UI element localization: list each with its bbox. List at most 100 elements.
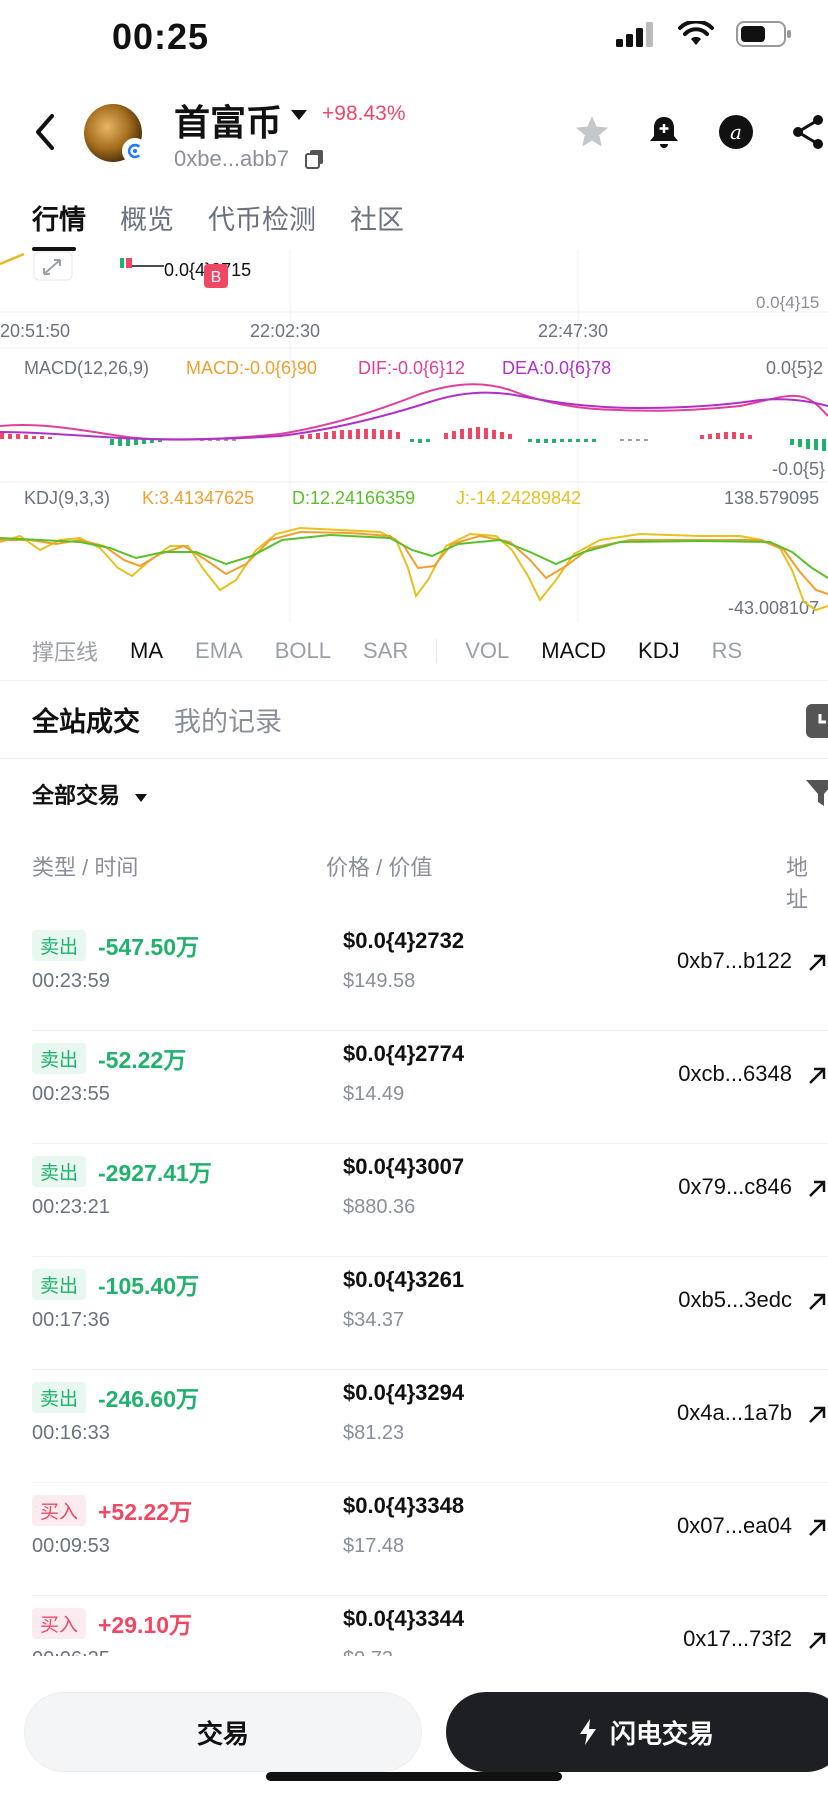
tab-token-check[interactable]: 代币检测 xyxy=(208,198,316,237)
wifi-icon xyxy=(678,21,714,45)
battery-icon xyxy=(736,21,791,47)
status-time: 00:25 xyxy=(112,16,210,57)
tab-all-trades[interactable]: 全站成交 xyxy=(32,700,140,739)
col-type-time: 类型 / 时间 xyxy=(32,855,139,880)
indicator-vol[interactable]: VOL xyxy=(465,638,509,664)
trade-button[interactable]: 交易 xyxy=(24,1692,422,1772)
kdj-axis-bottom: -43.008107 xyxy=(728,598,819,618)
trade-address[interactable]: 0xb7...b122 xyxy=(677,948,792,974)
indicator-boll[interactable]: BOLL xyxy=(275,638,331,664)
trade-time: 00:23:21 xyxy=(32,1196,110,1218)
trade-time: 00:16:33 xyxy=(32,1422,110,1444)
trade-address[interactable]: 0x79...c846 xyxy=(678,1174,792,1200)
trade-amount: -246.60万 xyxy=(98,1386,200,1412)
trade-address[interactable]: 0xcb...6348 xyxy=(678,1061,792,1087)
time-label-2: 22:02:30 xyxy=(250,321,320,341)
alert-bell-icon[interactable] xyxy=(646,114,682,150)
trade-address[interactable]: 0x07...ea04 xyxy=(677,1513,792,1539)
indicator-support[interactable]: 撑压线 xyxy=(32,635,98,667)
trade-tabs: 全站成交 我的记录 xyxy=(32,700,282,739)
trade-row[interactable]: 卖出 -547.50万 00:23:59 $0.0{4}2732 $149.58 0xb7… xyxy=(0,918,828,1031)
price-change: +98.43% xyxy=(322,102,406,125)
trade-address[interactable]: 0xb5...3edc xyxy=(678,1287,792,1313)
trade-row[interactable]: 买入 +52.22万 00:09:53 $0.0{4}3348 $17.48 0x07..… xyxy=(0,1483,828,1596)
dea-line xyxy=(0,391,828,441)
kdj-name: KDJ(9,3,3) xyxy=(24,488,110,508)
trade-amount: +52.22万 xyxy=(98,1499,192,1525)
lightning-icon xyxy=(579,1719,596,1745)
token-address: 0xbe...abb7 xyxy=(174,146,289,171)
tab-market[interactable]: 行情 xyxy=(32,198,86,251)
external-link-icon[interactable] xyxy=(806,1065,828,1087)
time-label-1: 20:51:50 xyxy=(0,321,70,341)
trade-type-badge: 买入 xyxy=(32,1495,87,1526)
indicator-kdj[interactable]: KDJ xyxy=(638,638,680,664)
trade-row[interactable]: 卖出 -2927.41万 00:23:21 $0.0{4}3007 $880.36 0x7… xyxy=(0,1144,828,1257)
indicator-divider xyxy=(436,639,438,663)
trade-row[interactable]: 卖出 -246.60万 00:16:33 $0.0{4}3294 $81.23 0x4a.… xyxy=(0,1370,828,1483)
tab-community[interactable]: 社区 xyxy=(350,198,404,237)
main-tabs: 行情 概览 代币检测 社区 xyxy=(32,198,404,251)
buy-marker-label: B xyxy=(211,269,222,286)
trade-filter-label: 全部交易 xyxy=(32,783,121,808)
trade-price: $0.0{4}3348 xyxy=(343,1493,465,1518)
macd-axis-bottom: -0.0{5} xyxy=(772,459,825,479)
copy-icon[interactable] xyxy=(304,148,326,170)
home-indicator xyxy=(266,1772,562,1781)
kdj-d-value: D:12.24166359 xyxy=(292,488,415,508)
trade-price: $0.0{4}3294 xyxy=(343,1380,465,1405)
back-icon[interactable] xyxy=(28,112,62,152)
indicator-bar: 撑压线 MA EMA BOLL SAR VOL MACD KDJ RS xyxy=(0,628,828,674)
external-link-icon[interactable] xyxy=(806,952,828,974)
expand-icon[interactable] xyxy=(33,251,73,281)
kdj-axis-top: 138.579095 xyxy=(724,488,819,508)
kdj-j-value: J:-14.24289842 xyxy=(456,488,581,508)
trade-address[interactable]: 0x4a...1a7b xyxy=(677,1400,792,1426)
trade-type-badge: 卖出 xyxy=(32,1269,87,1300)
trade-type-badge: 卖出 xyxy=(32,930,87,961)
refresh-icon[interactable] xyxy=(806,704,828,738)
trade-type-badge: 卖出 xyxy=(32,1043,87,1074)
trade-amount: -105.40万 xyxy=(98,1273,200,1299)
chain-badge-icon xyxy=(122,138,148,164)
external-link-icon[interactable] xyxy=(806,1291,828,1313)
trade-row[interactable]: 卖出 -52.22万 00:23:55 $0.0{4}2774 $14.49 0xcb..… xyxy=(0,1031,828,1144)
trade-value: $17.48 xyxy=(343,1535,405,1557)
indicator-macd[interactable]: MACD xyxy=(541,638,606,664)
external-link-icon[interactable] xyxy=(806,1178,828,1200)
time-label-3: 22:47:30 xyxy=(538,321,608,341)
trade-filter[interactable]: 全部交易 xyxy=(32,778,148,810)
indicator-rsi[interactable]: RS xyxy=(712,638,743,664)
trade-price: $0.0{4}3261 xyxy=(343,1267,465,1292)
ai-assistant-icon[interactable]: a xyxy=(718,114,754,150)
trade-price: $0.0{4}3007 xyxy=(343,1154,465,1179)
token-title[interactable]: 首富币 xyxy=(174,94,282,146)
section-divider xyxy=(0,680,828,681)
indicator-ema[interactable]: EMA xyxy=(195,638,243,664)
trade-amount: -52.22万 xyxy=(98,1047,187,1073)
indicator-ma[interactable]: MA xyxy=(130,638,163,664)
caret-down-icon[interactable] xyxy=(290,108,308,122)
tab-my-records[interactable]: 我的记录 xyxy=(174,700,282,739)
col-price-value: 价格 / 价值 xyxy=(326,855,433,880)
external-link-icon[interactable] xyxy=(806,1404,828,1426)
filter-icon[interactable] xyxy=(806,778,828,808)
flash-trade-button[interactable]: 闪电交易 xyxy=(446,1692,828,1772)
section-divider-2 xyxy=(0,758,828,759)
trade-time: 00:17:36 xyxy=(32,1309,110,1331)
macd-value: MACD:-0.0{6}90 xyxy=(186,358,317,378)
macd-axis-top: 0.0{5}2 xyxy=(766,358,823,378)
signal-icon xyxy=(616,22,653,47)
trade-address[interactable]: 0x17...73f2 xyxy=(683,1626,792,1652)
tab-overview[interactable]: 概览 xyxy=(120,198,174,237)
trade-row[interactable]: 卖出 -105.40万 00:17:36 $0.0{4}3261 $34.37 0xb5.… xyxy=(0,1257,828,1370)
star-icon[interactable] xyxy=(574,114,610,150)
trade-type-badge: 买入 xyxy=(32,1608,87,1639)
price-chart[interactable]: 0.0{4}2715 B 0.0{4}15 20:51:50 22:02:30 … xyxy=(0,250,828,622)
trade-value: $149.58 xyxy=(343,970,416,992)
external-link-icon[interactable] xyxy=(806,1517,828,1539)
trade-amount: -547.50万 xyxy=(98,934,200,960)
share-icon[interactable] xyxy=(790,114,826,150)
external-link-icon[interactable] xyxy=(806,1630,828,1652)
indicator-sar[interactable]: SAR xyxy=(363,638,408,664)
